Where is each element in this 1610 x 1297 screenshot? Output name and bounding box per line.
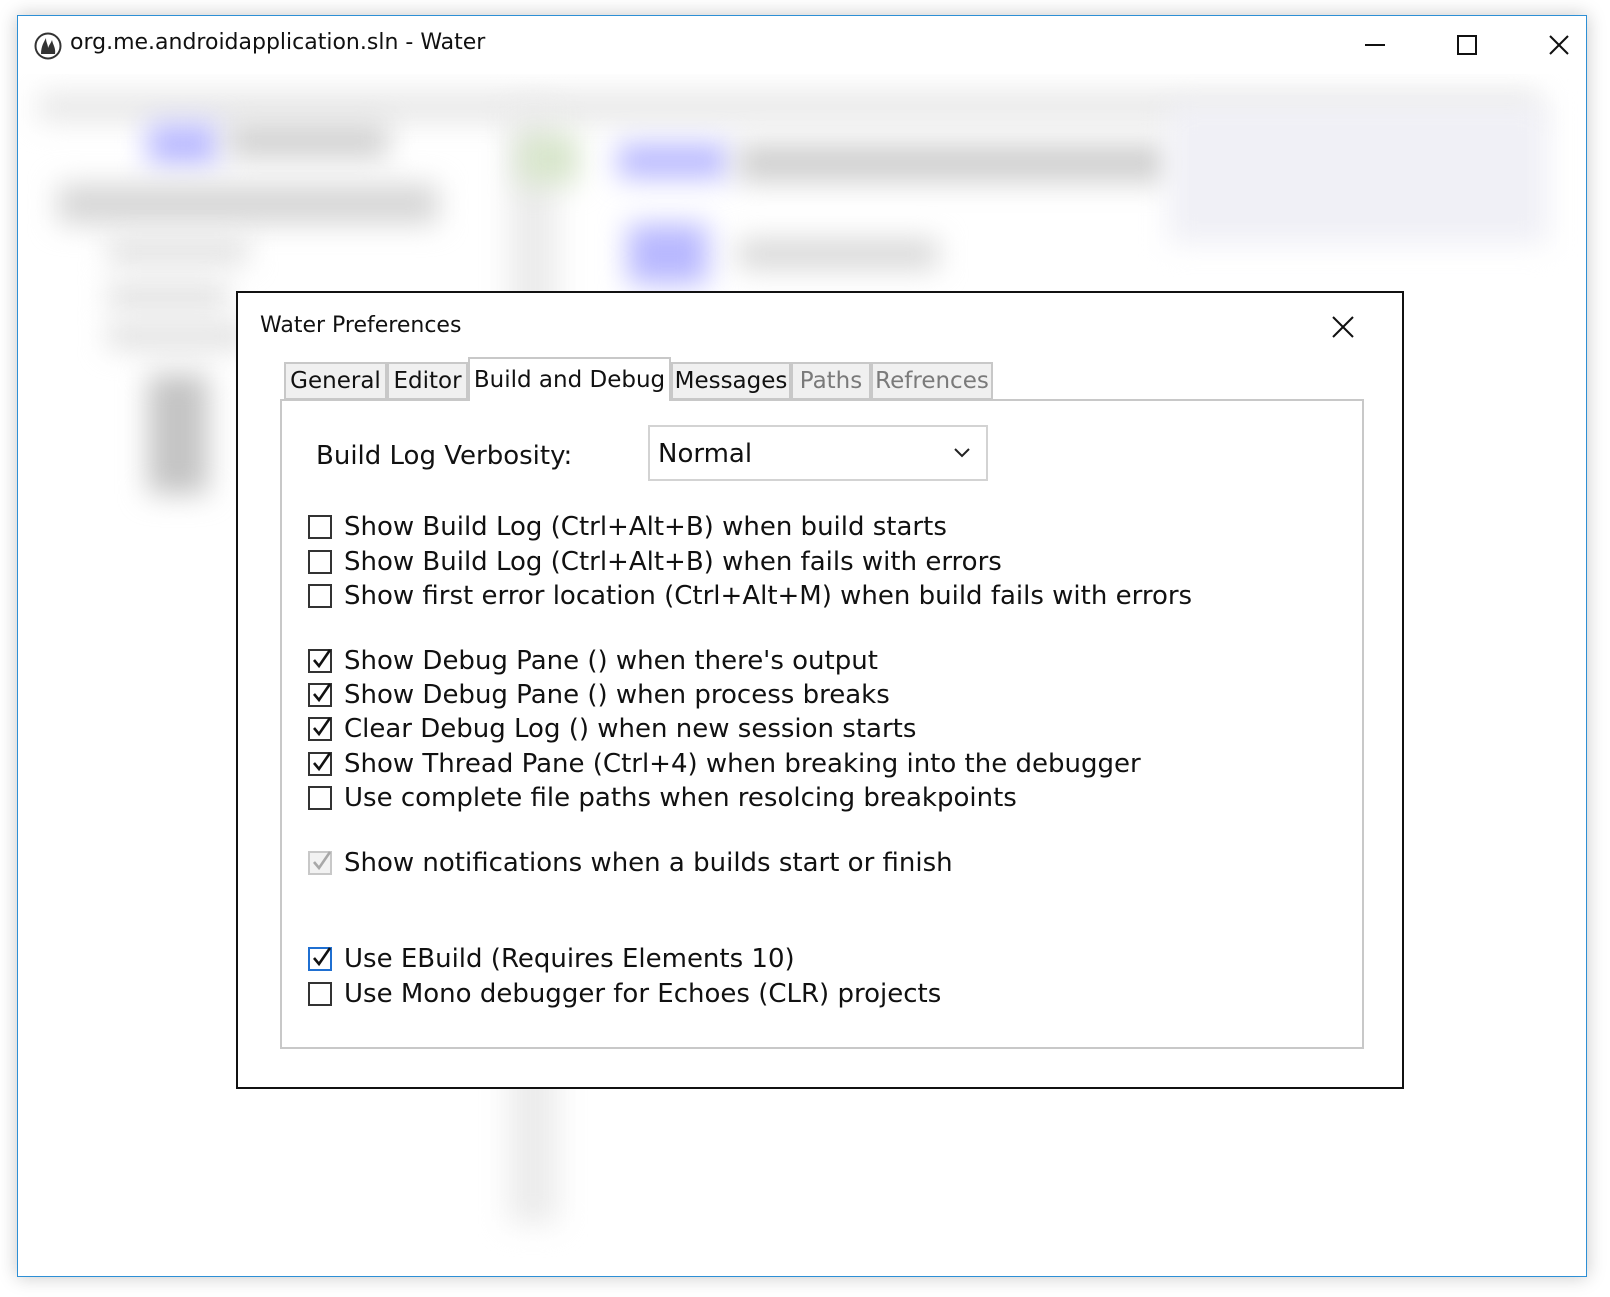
- checkmark-icon: [313, 851, 332, 871]
- minimize-icon: [1365, 44, 1385, 46]
- checkmark-icon: [313, 947, 332, 967]
- water-app-icon: [34, 32, 62, 60]
- minimize-button[interactable]: [1329, 16, 1421, 74]
- option-label: Show Build Log (Ctrl+Alt+B) when fails w…: [344, 547, 1002, 577]
- checkmark-icon: [313, 683, 332, 703]
- option-show-build-log-on-errors[interactable]: Show Build Log (Ctrl+Alt+B) when fails w…: [308, 545, 1002, 579]
- checkbox[interactable]: [308, 752, 332, 776]
- checkbox[interactable]: [308, 786, 332, 810]
- window-title: org.me.androidapplication.sln - Water: [70, 30, 486, 55]
- checkbox: [308, 851, 332, 875]
- maximize-icon: [1457, 35, 1477, 55]
- preferences-dialog: Water Preferences General Editor Build a…: [236, 291, 1404, 1089]
- tab-messages[interactable]: Messages: [671, 362, 791, 400]
- tab-general[interactable]: General: [284, 362, 387, 400]
- option-clear-debug-log[interactable]: Clear Debug Log () when new session star…: [308, 712, 916, 746]
- main-window: org.me.androidapplication.sln - Water Wa…: [17, 15, 1587, 1277]
- option-show-thread-pane[interactable]: Show Thread Pane (Ctrl+4) when breaking …: [308, 747, 1141, 781]
- option-use-ebuild[interactable]: Use EBuild (Requires Elements 10): [308, 942, 795, 976]
- checkbox[interactable]: [308, 649, 332, 673]
- option-label: Use complete file paths when resolcing b…: [344, 783, 1017, 813]
- checkbox[interactable]: [308, 683, 332, 707]
- tab-build-and-debug[interactable]: Build and Debug: [468, 357, 671, 401]
- chevron-down-icon: [954, 448, 970, 458]
- window-close-button[interactable]: [1513, 16, 1586, 74]
- checkmark-icon: [313, 649, 332, 669]
- option-show-build-log-on-start[interactable]: Show Build Log (Ctrl+Alt+B) when build s…: [308, 510, 947, 544]
- option-label: Show Thread Pane (Ctrl+4) when breaking …: [344, 749, 1141, 779]
- option-use-mono-debugger[interactable]: Use Mono debugger for Echoes (CLR) proje…: [308, 977, 941, 1011]
- checkbox[interactable]: [308, 947, 332, 971]
- checkbox[interactable]: [308, 717, 332, 741]
- title-bar[interactable]: org.me.androidapplication.sln - Water: [18, 16, 1586, 74]
- option-label: Show notifications when a builds start o…: [344, 848, 953, 878]
- build-log-verbosity-value: Normal: [658, 439, 753, 469]
- maximize-button[interactable]: [1421, 16, 1513, 74]
- option-label: Show Debug Pane () when process breaks: [344, 680, 890, 710]
- option-build-notifications: Show notifications when a builds start o…: [308, 846, 953, 880]
- checkbox[interactable]: [308, 515, 332, 539]
- checkmark-icon: [313, 717, 332, 737]
- checkbox[interactable]: [308, 584, 332, 608]
- tab-editor[interactable]: Editor: [387, 362, 468, 400]
- dialog-close-button[interactable]: [1318, 305, 1368, 349]
- option-show-debug-pane-on-output[interactable]: Show Debug Pane () when there's output: [308, 644, 878, 678]
- option-label: Show Debug Pane () when there's output: [344, 646, 878, 676]
- checkbox[interactable]: [308, 550, 332, 574]
- tab-paths[interactable]: Paths: [791, 362, 871, 400]
- option-label: Show Build Log (Ctrl+Alt+B) when build s…: [344, 512, 947, 542]
- option-label: Clear Debug Log () when new session star…: [344, 714, 917, 744]
- build-and-debug-panel: Build Log Verbosity: Normal Show Build L…: [280, 399, 1364, 1049]
- checkbox[interactable]: [308, 982, 332, 1006]
- build-log-verbosity-select[interactable]: Normal: [648, 425, 988, 481]
- checkmark-icon: [313, 752, 332, 772]
- tab-refrences[interactable]: Refrences: [871, 362, 993, 400]
- option-show-debug-pane-on-break[interactable]: Show Debug Pane () when process breaks: [308, 678, 890, 712]
- dialog-title: Water Preferences: [260, 313, 462, 338]
- close-icon: [1332, 316, 1354, 338]
- option-label: Use Mono debugger for Echoes (CLR) proje…: [344, 979, 942, 1009]
- option-show-first-error-location[interactable]: Show first error location (Ctrl+Alt+M) w…: [308, 579, 1192, 613]
- option-complete-file-paths[interactable]: Use complete file paths when resolcing b…: [308, 781, 1017, 815]
- close-icon: [1549, 35, 1569, 55]
- option-label: Use EBuild (Requires Elements 10): [344, 944, 795, 974]
- option-label: Show first error location (Ctrl+Alt+M) w…: [344, 581, 1193, 611]
- build-log-verbosity-label: Build Log Verbosity:: [316, 441, 573, 471]
